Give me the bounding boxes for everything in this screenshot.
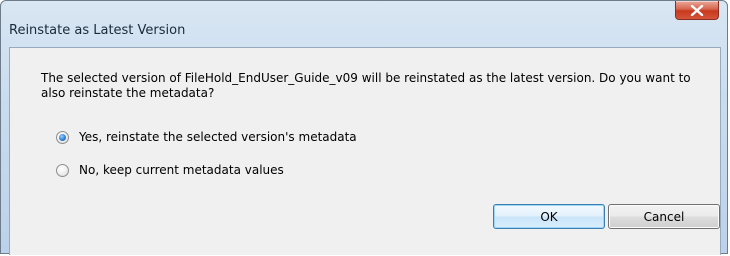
radio-option-yes[interactable]: Yes, reinstate the selected version's me… (56, 129, 357, 145)
dialog-body: The selected version of FileHold_EndUser… (9, 47, 721, 255)
dialog-window: Reinstate as Latest Version The selected… (0, 0, 728, 255)
cancel-button[interactable]: Cancel (608, 204, 720, 229)
close-icon (690, 4, 704, 16)
radio-option-no[interactable]: No, keep current metadata values (56, 162, 284, 178)
ok-button[interactable]: OK (493, 204, 605, 229)
radio-label-yes[interactable]: Yes, reinstate the selected version's me… (79, 130, 357, 144)
window-title: Reinstate as Latest Version (9, 23, 186, 38)
close-button[interactable] (675, 1, 719, 20)
dialog-message: The selected version of FileHold_EndUser… (41, 71, 691, 100)
title-bar[interactable]: Reinstate as Latest Version (1, 1, 727, 39)
radio-button-yes[interactable] (56, 130, 69, 144)
radio-label-no[interactable]: No, keep current metadata values (79, 163, 284, 177)
radio-button-no[interactable] (56, 163, 69, 177)
